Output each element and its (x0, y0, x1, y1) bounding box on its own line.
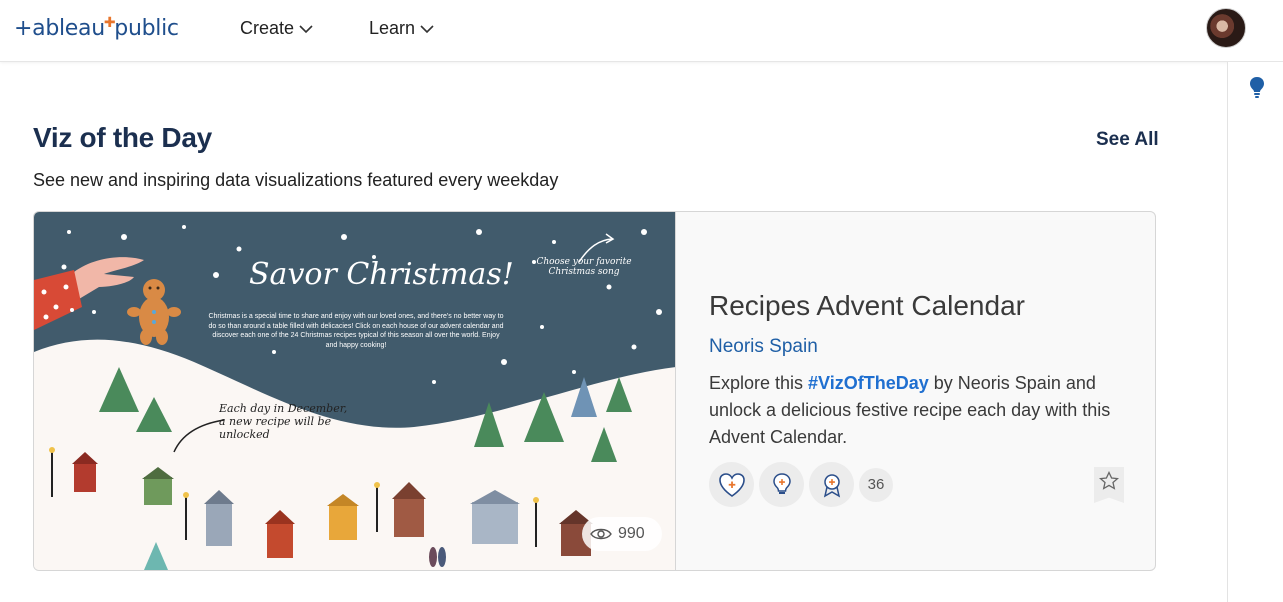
nav-learn[interactable]: Learn (369, 18, 435, 39)
viz-of-the-day-card[interactable]: Savor Christmas! Christmas is a special … (33, 211, 1156, 571)
viz-title[interactable]: Recipes Advent Calendar (709, 290, 1025, 322)
viz-description: Explore this #VizOfTheDay by Neoris Spai… (709, 370, 1129, 451)
thumbnail-note-day: Each day in December, a new recipe will … (219, 402, 348, 441)
heart-badge-icon: ✚ (718, 472, 745, 497)
nav-create-label: Create (240, 18, 295, 38)
hashtag-link[interactable]: #VizOfTheDay (808, 373, 929, 393)
right-side-rail (1227, 62, 1283, 602)
eye-icon (590, 528, 612, 540)
author-link[interactable]: Neoris Spain (709, 336, 818, 358)
award-reaction-badge[interactable]: ✚ (809, 462, 854, 507)
nav-learn-label: Learn (369, 18, 416, 38)
idea-reaction-badge[interactable]: ✚ (759, 462, 804, 507)
favorite-button[interactable] (1094, 467, 1124, 503)
nav-create[interactable]: Create (240, 18, 314, 39)
views-count: 990 (618, 525, 645, 542)
thumbnail-intro: Christmas is a special time to share and… (208, 313, 504, 349)
see-all-link[interactable]: See All (1096, 129, 1159, 151)
star-icon (1099, 471, 1119, 490)
thumbnail-note-song: Choose your favorite Christmas song (536, 257, 632, 277)
thumbnail-headline: Savor Christmas! (249, 257, 514, 292)
viz-thumbnail[interactable]: Savor Christmas! Christmas is a special … (34, 212, 676, 570)
section-subtitle: See new and inspiring data visualization… (33, 170, 559, 190)
viz-info-panel: Recipes Advent Calendar Neoris Spain Exp… (709, 212, 1155, 570)
reaction-count: 36 (859, 467, 893, 502)
lightbulb-badge-icon: ✚ (772, 472, 791, 494)
ribbon-badge-icon: ✚ (823, 473, 840, 497)
chevron-down-icon (420, 24, 434, 33)
heart-reaction-badge[interactable]: ✚ (709, 462, 754, 507)
chevron-down-icon (299, 24, 313, 33)
viz-thumbnail-illustration: Savor Christmas! Christmas is a special … (34, 212, 675, 570)
section-title: Viz of the Day (33, 122, 212, 153)
user-avatar[interactable] (1206, 8, 1246, 48)
reactions-row: ✚ ✚ ✚ 36 (709, 462, 893, 507)
desc-prefix: Explore this (709, 373, 809, 393)
svg-text:✚: ✚ (728, 481, 736, 491)
views-count-pill: 990 (582, 517, 662, 551)
tableau-public-logo[interactable]: +ableau✚public (14, 13, 179, 43)
svg-text:✚: ✚ (828, 478, 835, 487)
svg-text:✚: ✚ (778, 478, 785, 487)
lightbulb-icon[interactable] (1249, 76, 1265, 100)
top-navigation-bar: +ableau✚public Create Learn (0, 0, 1283, 62)
